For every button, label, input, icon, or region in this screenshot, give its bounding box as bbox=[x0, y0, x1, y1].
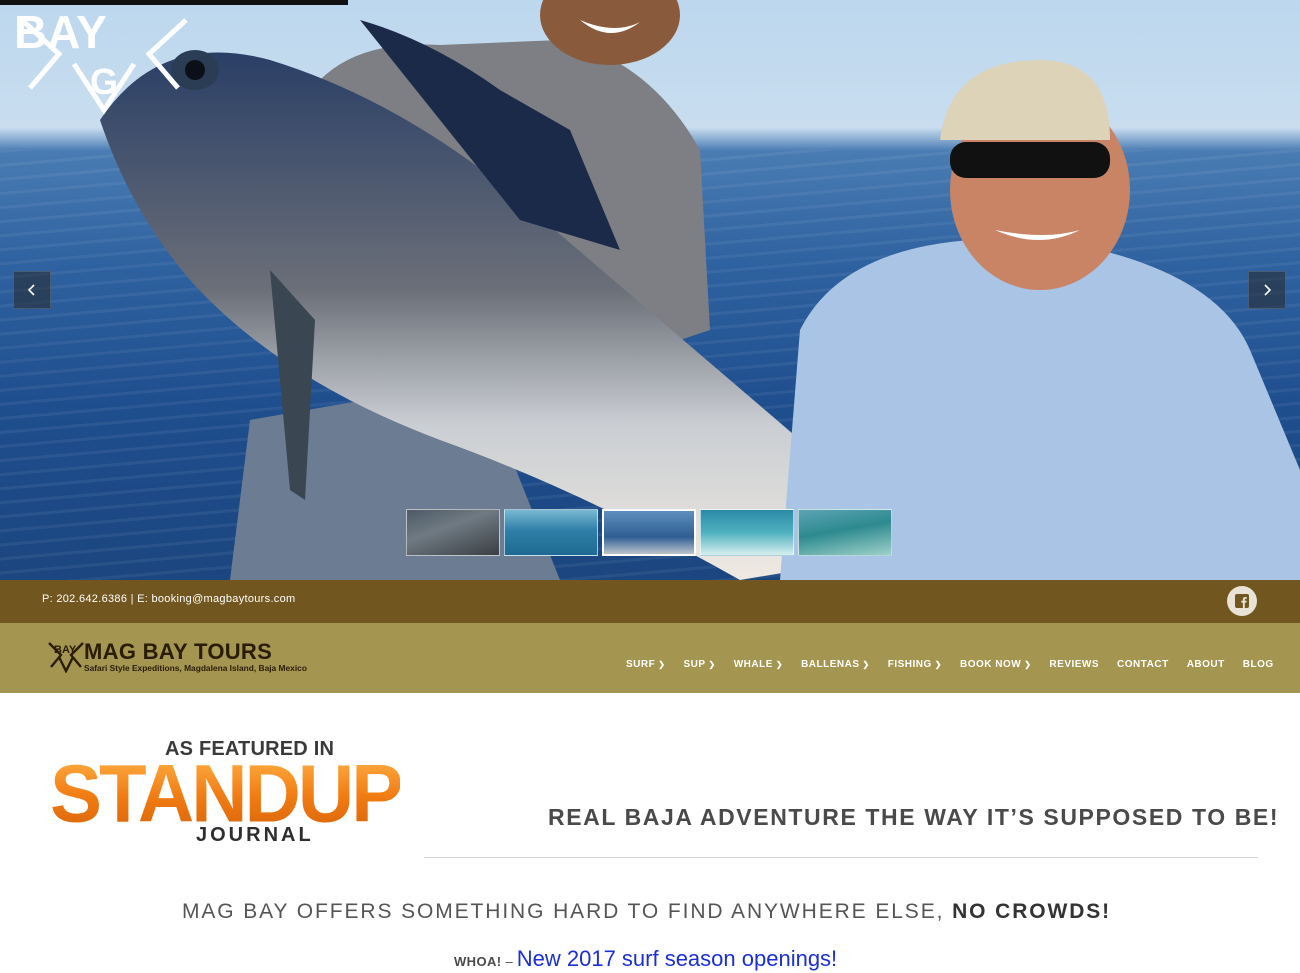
facebook-icon bbox=[1235, 594, 1249, 608]
page-subheadline: MAG BAY OFFERS SOMETHING HARD TO FIND AN… bbox=[182, 900, 1111, 924]
nav-item-label: SUP bbox=[683, 659, 706, 670]
nav-item-blog[interactable]: BLOG bbox=[1243, 659, 1274, 670]
slider-thumbnail-whale[interactable] bbox=[406, 509, 500, 556]
hero-person-angler bbox=[780, 60, 1300, 580]
nav-item-label: BOOK NOW bbox=[960, 659, 1022, 670]
slider-thumbnail-surf-rider[interactable] bbox=[700, 509, 794, 556]
facebook-button[interactable] bbox=[1227, 586, 1257, 616]
nav-item-surf[interactable]: SURF ❯ bbox=[626, 659, 665, 670]
promo-line: WHOA! – New 2017 surf season openings! bbox=[454, 946, 837, 972]
subhead-text: MAG BAY OFFERS SOMETHING HARD TO FIND AN… bbox=[182, 900, 953, 923]
brand-tagline: Safari Style Expeditions, Magdalena Isla… bbox=[84, 663, 307, 673]
promo-link[interactable]: New 2017 surf season openings! bbox=[517, 946, 837, 972]
main-nav: SURF ❯ SUP ❯ WHALE ❯ BALLENAS ❯ FISHING ❯ BOO… bbox=[626, 659, 1274, 670]
nav-item-label: ABOUT bbox=[1186, 659, 1225, 670]
slider-prev-button[interactable] bbox=[13, 271, 51, 309]
nav-item-whale[interactable]: WHALE ❯ bbox=[734, 659, 783, 670]
chevron-down-icon: ❯ bbox=[775, 660, 784, 669]
page-headline: REAL BAJA ADVENTURE THE WAY IT’S SUPPOSE… bbox=[548, 804, 1280, 830]
svg-text:G: G bbox=[90, 61, 118, 102]
nav-item-ballenas[interactable]: BALLENAS ❯ bbox=[801, 659, 870, 670]
slider-next-button[interactable] bbox=[1248, 271, 1286, 309]
nav-item-label: BALLENAS bbox=[801, 659, 860, 670]
hero-marlin bbox=[100, 20, 860, 580]
nav-item-label: SURF bbox=[626, 659, 656, 670]
chevron-right-icon bbox=[1264, 284, 1272, 296]
promo-label: WHOA! bbox=[454, 954, 502, 969]
chevron-down-icon: ❯ bbox=[658, 660, 666, 669]
nav-item-label: WHALE bbox=[733, 659, 773, 670]
hero-slider: BAY G bbox=[0, 0, 1300, 580]
svg-text:BAY: BAY bbox=[54, 644, 77, 656]
brand-logo[interactable]: BAY MAG BAY TOURS Safari Style Expeditio… bbox=[47, 637, 327, 677]
nav-item-reviews[interactable]: REVIEWS bbox=[1049, 659, 1099, 670]
chevron-left-icon bbox=[27, 284, 35, 296]
nav-item-contact[interactable]: CONTACT bbox=[1117, 659, 1169, 670]
brand-name: MAG BAY TOURS bbox=[84, 639, 273, 664]
divider bbox=[424, 857, 1258, 858]
nav-item-label: BLOG bbox=[1242, 659, 1274, 670]
contact-info[interactable]: P: 202.642.6386 | E: booking@magbaytours… bbox=[42, 593, 295, 605]
chevron-down-icon: ❯ bbox=[1024, 660, 1032, 669]
svg-text:BAY: BAY bbox=[14, 6, 107, 58]
slider-thumbnail-marlin-catch[interactable] bbox=[602, 509, 696, 556]
nav-item-sup[interactable]: SUP ❯ bbox=[683, 659, 715, 670]
bayg-logo[interactable]: BAY G bbox=[14, 4, 194, 116]
chevron-down-icon: ❯ bbox=[934, 660, 942, 669]
contact-bar: P: 202.642.6386 | E: booking@magbaytours… bbox=[0, 580, 1300, 623]
nav-item-label: CONTACT bbox=[1117, 659, 1169, 670]
chevron-down-icon: ❯ bbox=[862, 660, 870, 669]
brand-mark-icon: BAY bbox=[48, 642, 84, 673]
promo-dash: – bbox=[505, 954, 513, 969]
slider-thumbnail-surf-wave[interactable] bbox=[504, 509, 598, 556]
nav-item-book-now[interactable]: BOOK NOW ❯ bbox=[960, 659, 1031, 670]
subhead-emphasis: NO CROWDS! bbox=[952, 900, 1112, 923]
chevron-down-icon: ❯ bbox=[708, 660, 716, 669]
featured-magazine: STANDUP bbox=[50, 746, 403, 840]
nav-item-fishing[interactable]: FISHING ❯ bbox=[888, 659, 942, 670]
nav-item-about[interactable]: ABOUT bbox=[1187, 659, 1225, 670]
nav-item-label: REVIEWS bbox=[1049, 659, 1100, 670]
featured-badge: AS FEATURED IN STANDUP JOURNAL bbox=[50, 738, 403, 848]
featured-journal: JOURNAL bbox=[196, 824, 314, 846]
slider-thumbnails bbox=[406, 509, 892, 556]
slider-thumbnail-surf-break[interactable] bbox=[798, 509, 892, 556]
nav-item-label: FISHING bbox=[887, 659, 932, 670]
